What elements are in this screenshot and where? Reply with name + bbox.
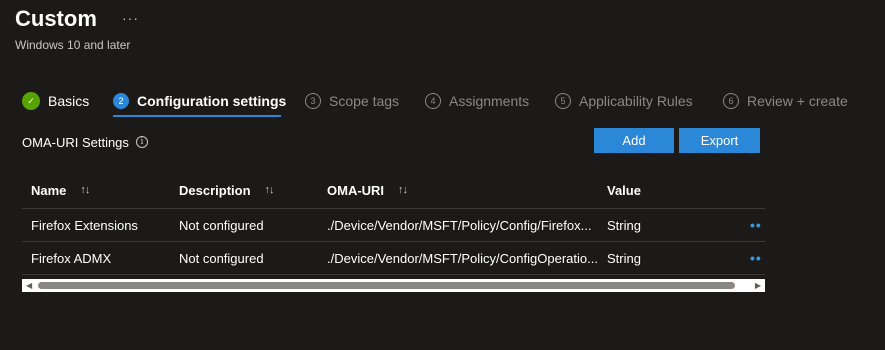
page-title: Custom — [15, 6, 97, 31]
cell-value: String — [607, 217, 641, 233]
step-label: Configuration settings — [137, 93, 287, 109]
cell-value: String — [607, 250, 641, 266]
step-number-icon: 6 — [723, 93, 739, 109]
table-row[interactable]: Firefox ADMX Not configured ./Device/Ven… — [22, 242, 765, 275]
oma-uri-settings-label: OMA-URI Settings — [22, 135, 129, 150]
wizard-steps: ✓ Basics 2 Configuration settings 3 Scop… — [22, 88, 882, 117]
sort-icon[interactable]: ↑↓ — [80, 184, 90, 196]
step-label: Applicability Rules — [579, 93, 693, 109]
step-review-create[interactable]: 6 Review + create — [723, 88, 848, 114]
active-step-indicator — [113, 115, 281, 117]
oma-uri-table: Name ↑↓ Description ↑↓ OMA-URI ↑↓ Value … — [22, 172, 765, 275]
step-label: Review + create — [747, 93, 848, 109]
step-number-icon: 2 — [113, 93, 129, 109]
step-basics[interactable]: ✓ Basics — [22, 88, 89, 114]
table-row[interactable]: Firefox Extensions Not configured ./Devi… — [22, 209, 765, 242]
cell-oma-uri: ./Device/Vendor/MSFT/Policy/Config/Firef… — [327, 217, 592, 233]
row-actions-icon[interactable]: •• — [750, 242, 764, 274]
sort-icon[interactable]: ↑↓ — [398, 184, 407, 196]
cell-description: Not configured — [179, 250, 264, 266]
cell-oma-uri: ./Device/Vendor/MSFT/Policy/ConfigOperat… — [327, 250, 598, 266]
cell-name: Firefox ADMX — [31, 250, 112, 266]
step-number-icon: 4 — [425, 93, 441, 109]
step-assignments[interactable]: 4 Assignments — [425, 88, 529, 114]
more-options-button[interactable]: ··· — [122, 10, 139, 26]
column-header-oma-uri[interactable]: OMA-URI ↑↓ — [327, 172, 599, 208]
sort-icon[interactable]: ↑↓ — [265, 184, 275, 196]
row-actions-icon[interactable]: •• — [750, 209, 764, 241]
page-subtitle: Windows 10 and later — [15, 38, 131, 52]
scrollbar-thumb[interactable] — [38, 282, 735, 289]
step-label: Basics — [48, 93, 90, 109]
column-header-description[interactable]: Description ↑↓ — [179, 172, 319, 208]
scroll-left-icon[interactable]: ◀ — [26, 281, 32, 290]
horizontal-scrollbar[interactable]: ◀ ▶ — [22, 279, 765, 292]
column-header-name[interactable]: Name ↑↓ — [31, 172, 171, 208]
step-scope-tags[interactable]: 3 Scope tags — [305, 88, 399, 114]
step-number-icon: 3 — [305, 93, 321, 109]
scroll-right-icon[interactable]: ▶ — [755, 281, 761, 290]
cell-description: Not configured — [179, 217, 264, 233]
step-label: Assignments — [449, 93, 530, 109]
step-number-icon: 5 — [555, 93, 571, 109]
step-label: Scope tags — [329, 93, 400, 109]
step-configuration-settings[interactable]: 2 Configuration settings — [113, 88, 286, 114]
add-button[interactable]: Add — [594, 128, 674, 153]
step-applicability-rules[interactable]: 5 Applicability Rules — [555, 88, 693, 114]
cell-name: Firefox Extensions — [31, 217, 138, 233]
info-icon[interactable]: i — [136, 136, 148, 148]
checkmark-icon: ✓ — [22, 92, 40, 110]
export-button[interactable]: Export — [679, 128, 760, 153]
table-header: Name ↑↓ Description ↑↓ OMA-URI ↑↓ Value — [22, 172, 765, 209]
column-header-value: Value — [607, 182, 641, 198]
